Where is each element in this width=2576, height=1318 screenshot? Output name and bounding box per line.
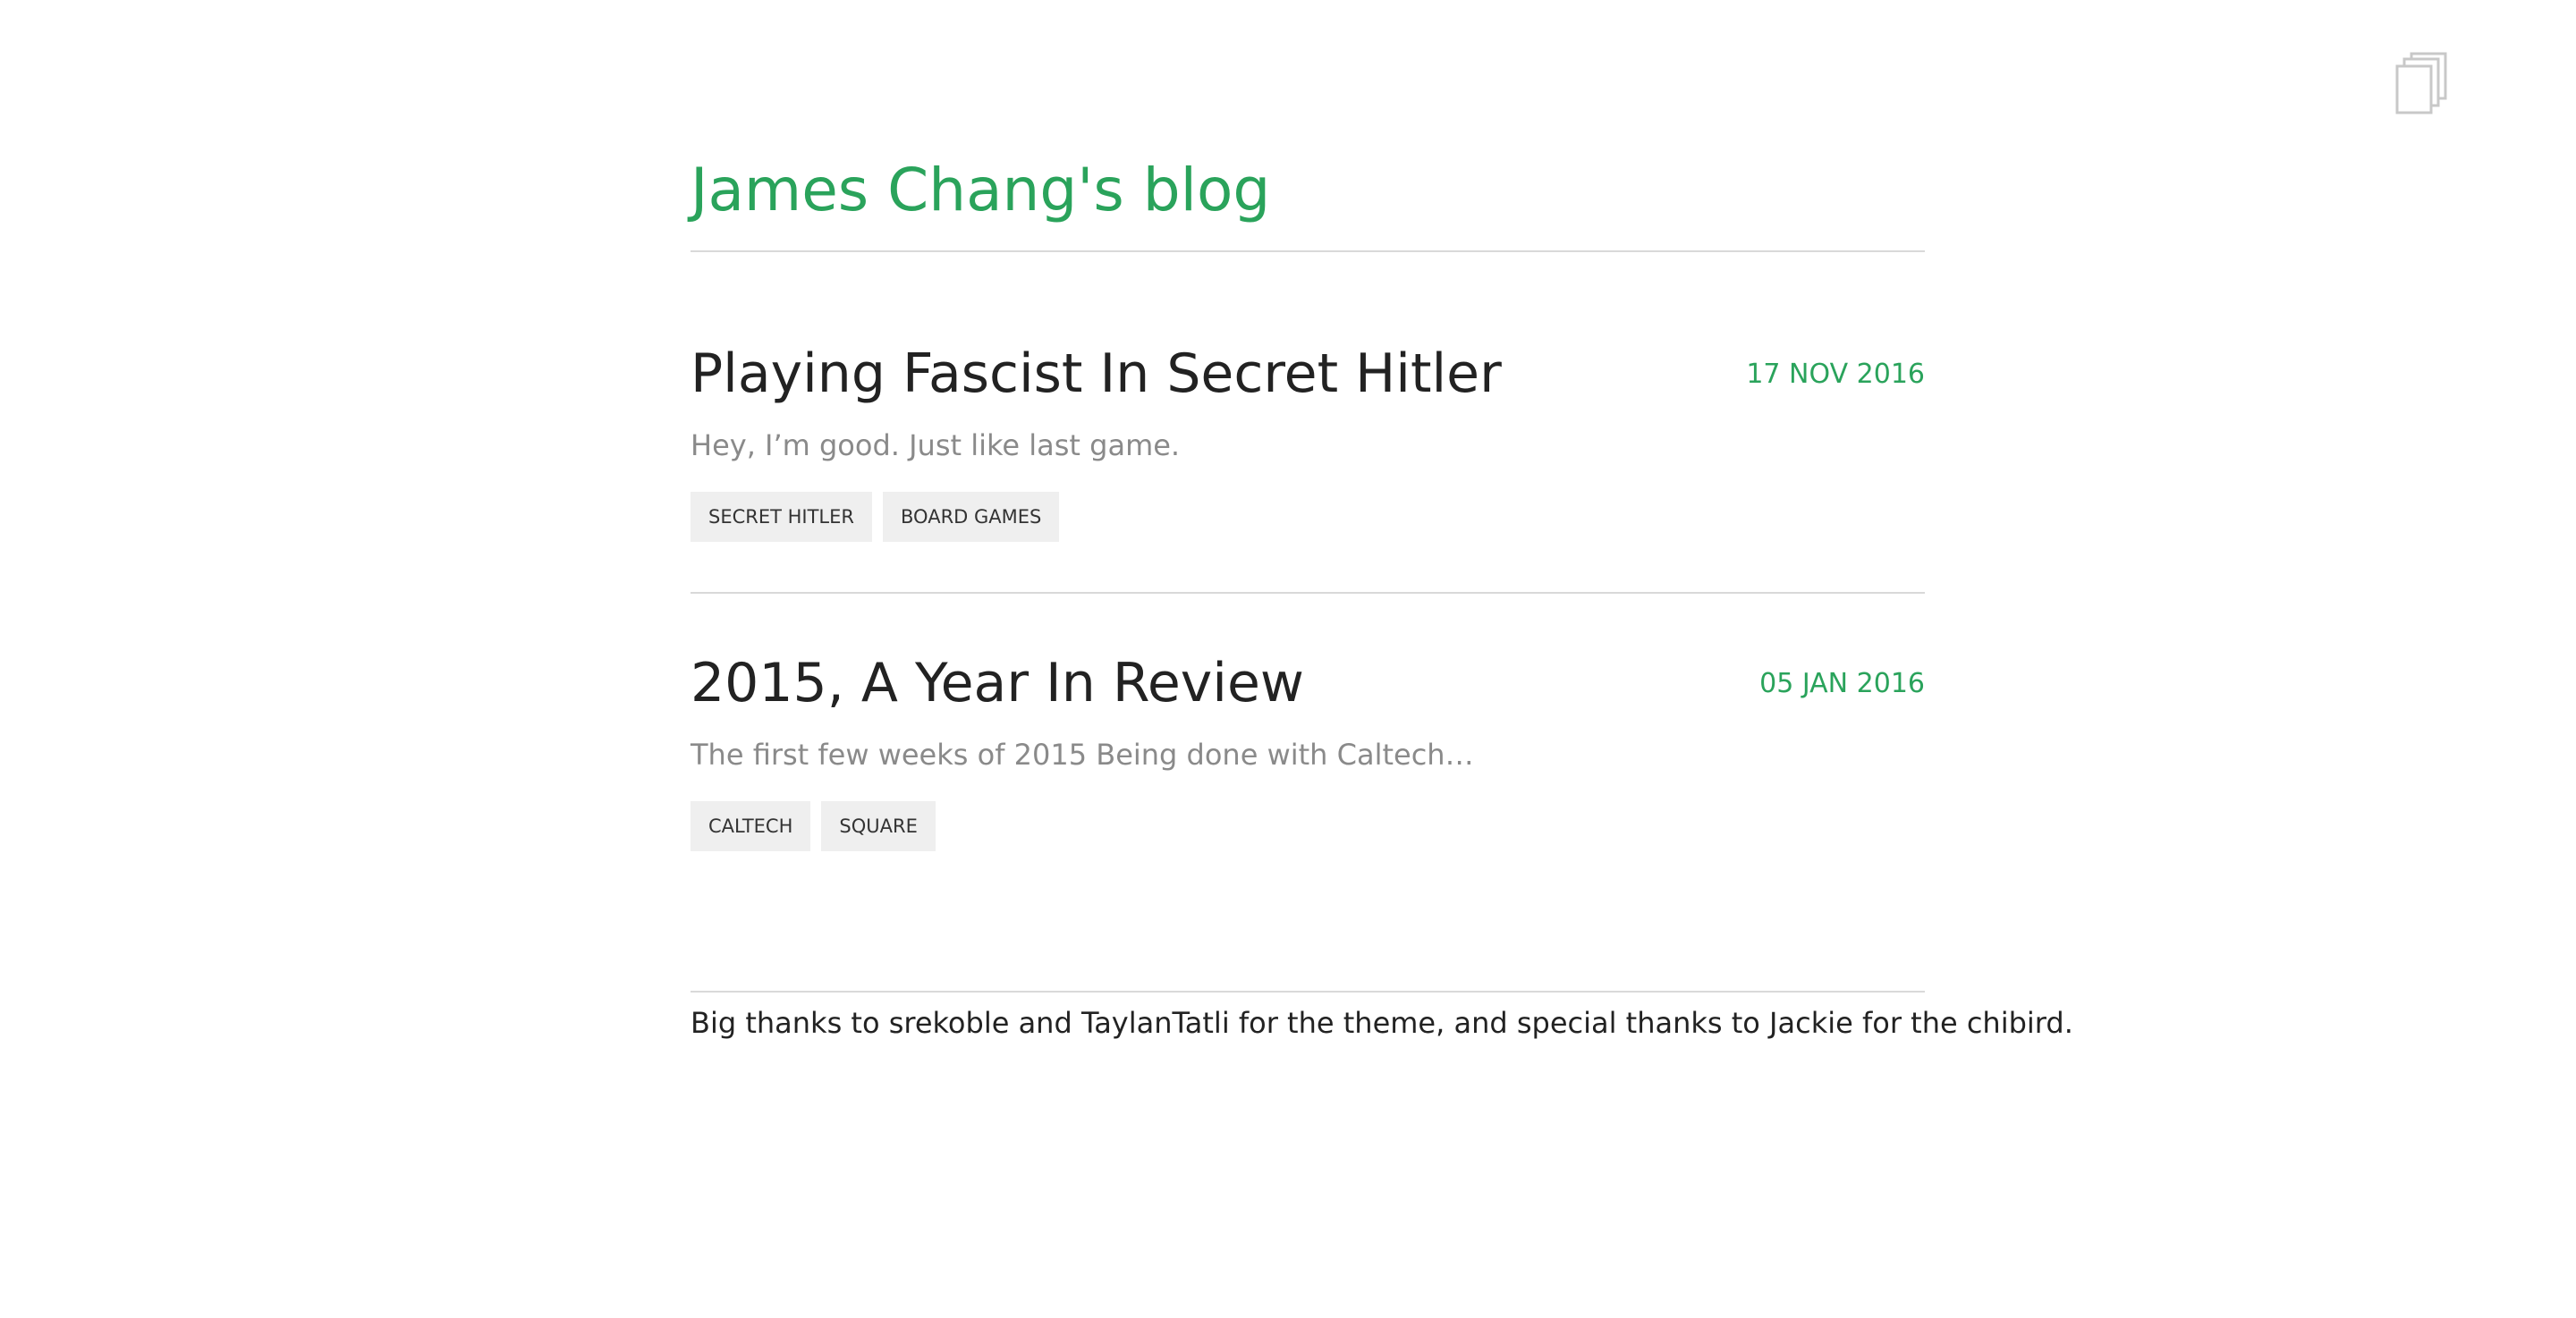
footer-credits: Big thanks to srekoble and TaylanTatli f… <box>691 1006 2073 1040</box>
post-title[interactable]: Playing Fascist In Secret Hitler <box>691 347 1502 401</box>
footer-divider <box>691 991 1925 993</box>
header-divider <box>691 250 1925 252</box>
tag-secret-hitler[interactable]: SECRET HITLER <box>691 492 872 542</box>
post-excerpt: The first few weeks of 2015 Being done w… <box>691 738 1474 772</box>
post-tags: CALTECH SQUARE <box>691 801 936 851</box>
copy-pages-icon[interactable] <box>2395 52 2449 116</box>
post-divider <box>691 592 1925 594</box>
blog-title[interactable]: James Chang's blog <box>691 161 1270 220</box>
post-date: 17 NOV 2016 <box>1746 359 1925 390</box>
tag-board-games[interactable]: BOARD GAMES <box>883 492 1060 542</box>
tag-square[interactable]: SQUARE <box>821 801 936 851</box>
tag-caltech[interactable]: CALTECH <box>691 801 811 851</box>
post-excerpt: Hey, I’m good. Just like last game. <box>691 428 1181 462</box>
post-date: 05 JAN 2016 <box>1759 668 1925 699</box>
post-tags: SECRET HITLER BOARD GAMES <box>691 492 1060 542</box>
post-title[interactable]: 2015, A Year In Review <box>691 656 1304 710</box>
